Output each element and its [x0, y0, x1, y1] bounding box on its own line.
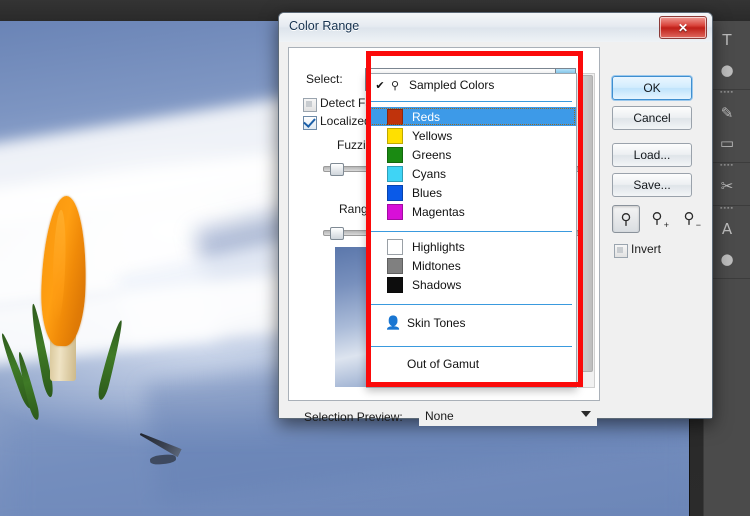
eyedropper-toolbar: ⚲ ⚲ + ⚲ − [612, 205, 708, 233]
menu-item-yellows[interactable]: Yellows [367, 126, 576, 145]
cancel-button[interactable]: Cancel [612, 106, 692, 130]
menu-separator [371, 304, 572, 305]
plus-sign: + [663, 220, 669, 230]
menu-item-label: Midtones [412, 258, 461, 273]
menu-item-midtones[interactable]: Midtones [367, 256, 576, 275]
selection-preview-value: None [425, 409, 454, 423]
load-button[interactable]: Load... [612, 143, 692, 167]
color-swatch-greens [387, 146, 403, 163]
check-icon: ✔ [375, 79, 385, 92]
menu-item-label: Magentas [412, 204, 465, 219]
dropdown-scrollbar[interactable] [578, 73, 595, 388]
menu-item-sampled-colors[interactable]: ✔ ⚲ Sampled Colors [367, 74, 576, 96]
menu-item-label: Yellows [412, 128, 453, 143]
eyedropper-icon: ⚲ [390, 79, 400, 92]
menu-item-highlights[interactable]: Highlights [367, 237, 576, 256]
dropdown-scrollbar-thumb[interactable] [580, 75, 593, 372]
ok-button[interactable]: OK [612, 76, 692, 100]
close-icon: ✕ [677, 20, 689, 35]
menu-item-label: Reds [412, 109, 441, 124]
menu-item-magentas[interactable]: Magentas [367, 202, 576, 221]
menu-item-label: Skin Tones [407, 316, 466, 330]
menu-item-cyans[interactable]: Cyans [367, 164, 576, 183]
eyedropper-subtract-icon[interactable]: ⚲ − [676, 205, 702, 231]
selection-preview-dropdown[interactable]: None [419, 406, 597, 426]
menu-separator [371, 346, 572, 347]
color-swatch-yellows [387, 127, 403, 144]
menu-item-greens[interactable]: Greens [367, 145, 576, 164]
menu-item-label: Blues [412, 185, 443, 200]
eyedropper-add-icon[interactable]: ⚲ + [644, 205, 670, 231]
range-slider-thumb[interactable] [330, 227, 344, 240]
invert-label: Invert [631, 242, 662, 256]
color-swatch-magentas [387, 203, 403, 220]
select-label: Select: [306, 72, 343, 86]
screen-root: T ● ▪▪▪▪ ✎ ▭ ▪▪▪▪ ✂ ▪▪▪▪ A ● Color Range… [0, 0, 750, 516]
color-swatch-cyans [387, 165, 403, 182]
menu-separator [371, 231, 572, 232]
menu-item-label: Out of Gamut [407, 357, 480, 371]
menu-item-label: Shadows [412, 277, 462, 292]
menu-item-label: Sampled Colors [409, 78, 495, 92]
close-button[interactable]: ✕ [659, 16, 707, 39]
eyedropper-icon[interactable]: ⚲ [612, 205, 640, 233]
color-swatch-shadows [387, 276, 403, 293]
color-swatch-highlights [387, 238, 403, 255]
save-button[interactable]: Save... [612, 173, 692, 197]
chevron-down-icon [581, 411, 591, 417]
color-swatch-reds [387, 108, 403, 125]
snow-shadow [0, 421, 690, 516]
menu-item-label: Highlights [412, 239, 465, 254]
menu-gap [367, 221, 576, 226]
menu-item-out-of-gamut[interactable]: Out of Gamut [367, 352, 576, 376]
dialog-titlebar[interactable]: Color Range ✕ [279, 13, 712, 43]
menu-item-label: Greens [412, 147, 452, 162]
menu-item-shadows[interactable]: Shadows [367, 275, 576, 294]
invert-checkbox[interactable] [614, 244, 628, 258]
dialog-title: Color Range [289, 19, 360, 33]
menu-separator [371, 101, 572, 102]
localized-color-clusters-checkbox[interactable] [303, 116, 317, 130]
menu-item-skin-tones[interactable]: 👤 Skin Tones [367, 310, 576, 336]
fuzziness-slider-thumb[interactable] [330, 163, 344, 176]
color-swatch-midtones [387, 257, 403, 274]
menu-gap [367, 294, 576, 299]
menu-gap [367, 336, 576, 341]
detect-faces-checkbox[interactable] [303, 98, 317, 112]
menu-item-blues[interactable]: Blues [367, 183, 576, 202]
color-swatch-blues [387, 184, 403, 201]
select-dropdown-menu: ✔ ⚲ Sampled Colors Reds Yellows Greens C… [366, 73, 577, 388]
menu-item-label: Cyans [412, 166, 447, 181]
person-icon: 👤 [385, 315, 402, 331]
menu-item-reds[interactable]: Reds [367, 107, 576, 126]
minus-sign: − [695, 220, 701, 230]
selection-preview-label: Selection Preview: [304, 410, 403, 424]
